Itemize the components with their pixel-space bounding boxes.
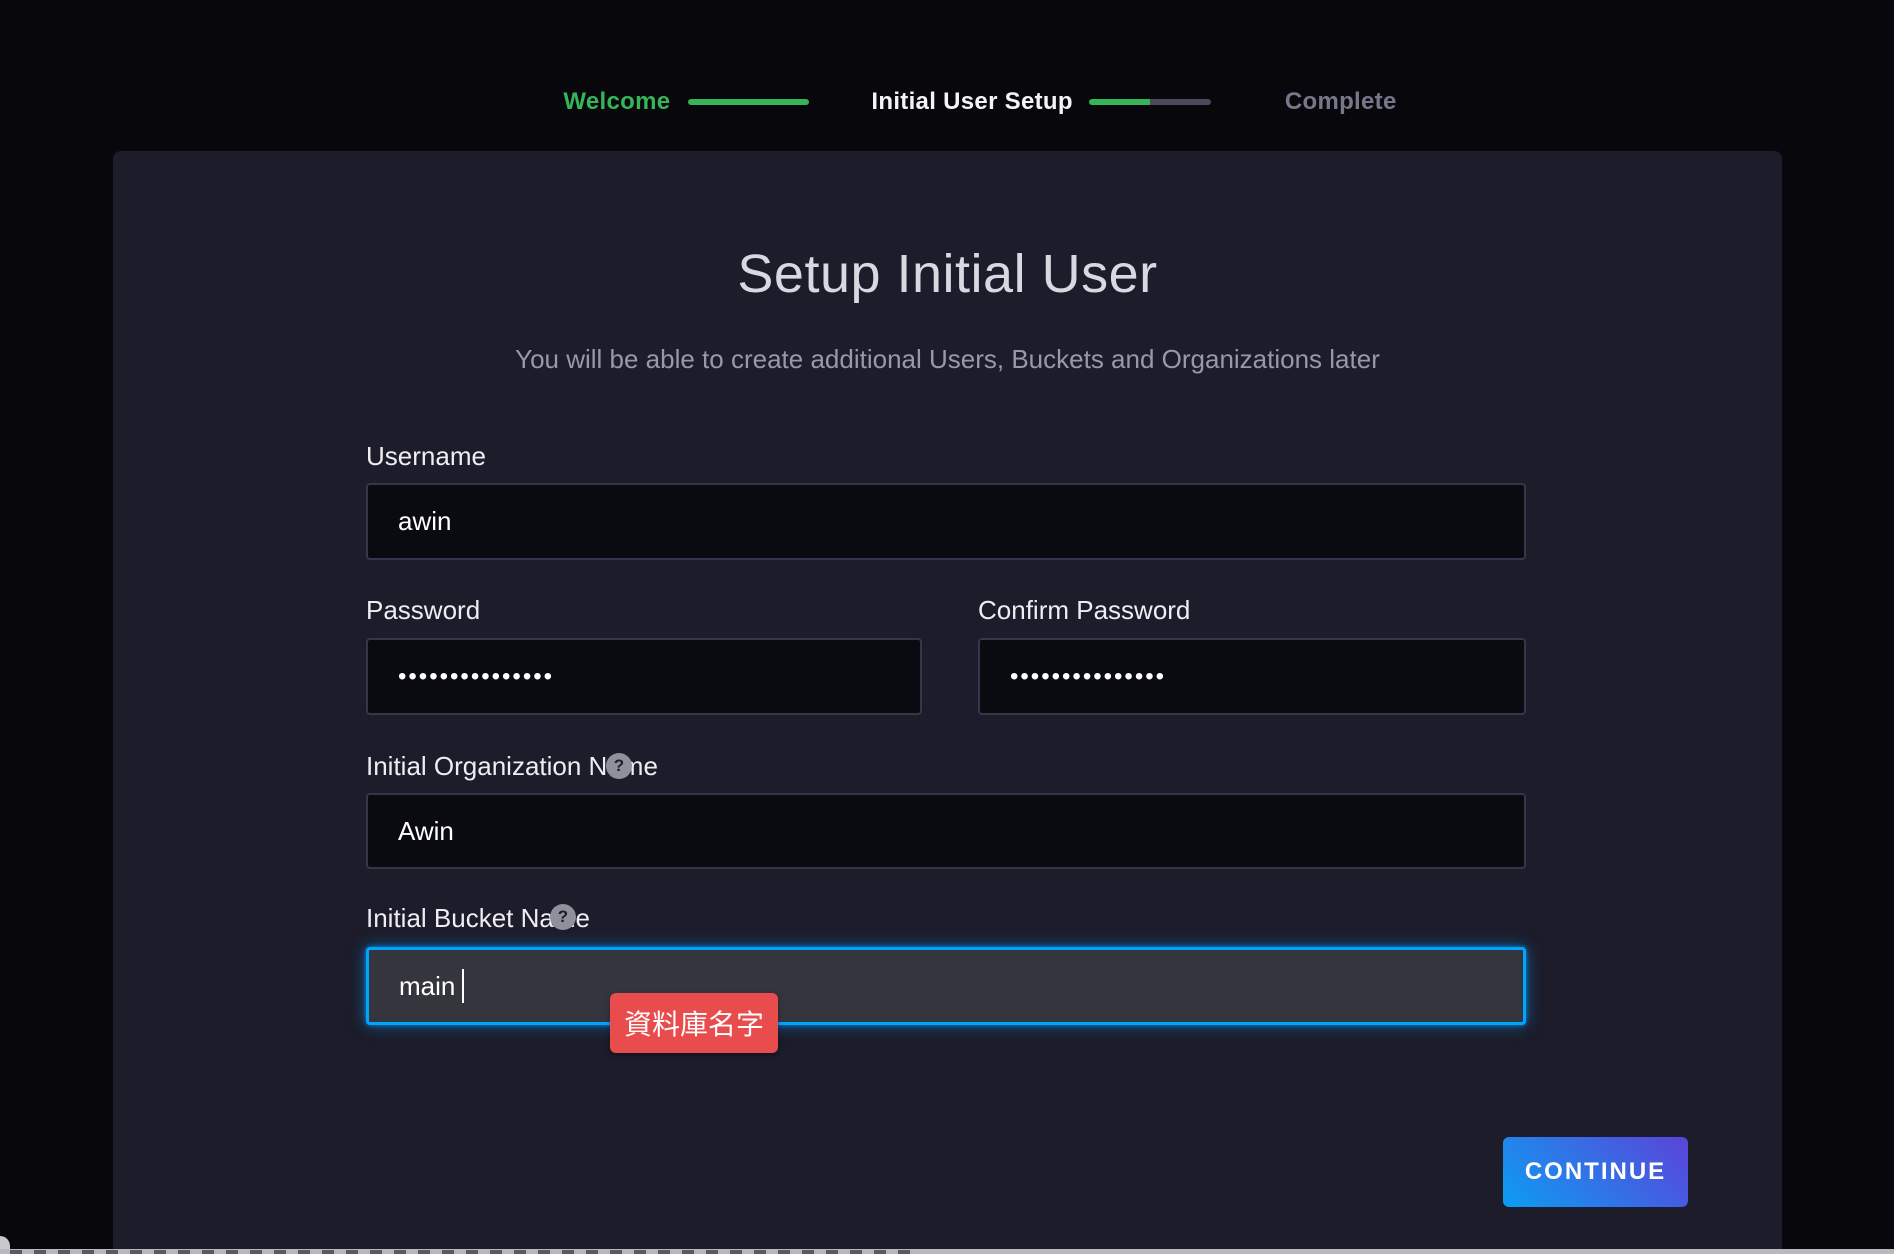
bucket-input-wrap (366, 947, 1526, 1025)
organization-input[interactable] (366, 793, 1526, 869)
username-label: Username (366, 441, 486, 472)
bucket-help-question-mark-icon[interactable]: ? (550, 904, 576, 930)
bottom-edge-strip (0, 1249, 1894, 1254)
page-subtitle: You will be able to create additional Us… (113, 344, 1782, 375)
setup-stepper: Welcome Initial User Setup Complete (0, 86, 1894, 118)
step-progress-line-2 (1089, 99, 1211, 105)
confirm-password-label: Confirm Password (978, 595, 1190, 626)
bucket-tooltip: 資料庫名字 (610, 993, 778, 1053)
setup-panel: Setup Initial User You will be able to c… (113, 151, 1782, 1254)
organization-help-question-mark-icon[interactable]: ? (606, 753, 632, 779)
step-welcome: Welcome (563, 88, 670, 116)
password-input[interactable] (366, 638, 922, 715)
continue-button[interactable]: CONTINUE (1503, 1137, 1688, 1207)
page-title: Setup Initial User (113, 243, 1782, 305)
username-input[interactable] (366, 483, 1526, 560)
password-label: Password (366, 595, 480, 626)
text-cursor (462, 969, 464, 1003)
confirm-password-input[interactable] (978, 638, 1526, 715)
bucket-input[interactable] (366, 947, 1526, 1025)
step-complete: Complete (1285, 88, 1397, 116)
bottom-edge-marks (10, 1250, 910, 1254)
step-progress-line-1 (688, 99, 809, 105)
step-initial-user-setup: Initial User Setup (871, 88, 1072, 116)
